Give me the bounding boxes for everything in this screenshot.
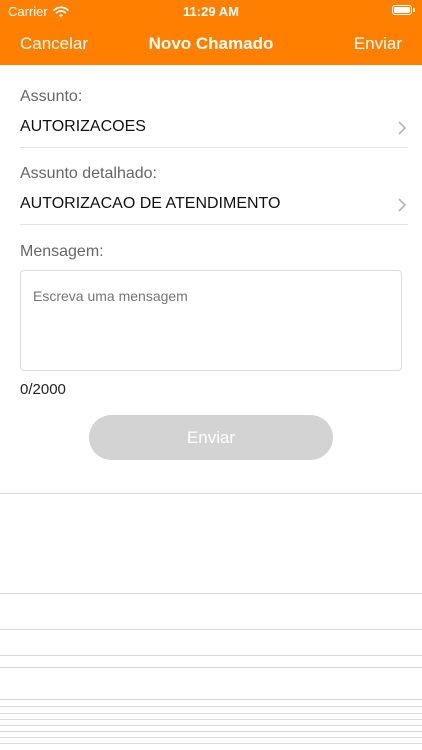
divider [0, 737, 422, 738]
header: Carrier 11:29 AM Cancelar Novo Chamado E… [0, 0, 422, 65]
subject-value: AUTORIZACOES [20, 118, 146, 135]
divider [0, 731, 422, 732]
detailed-subject-selector[interactable]: AUTORIZACAO DE ATENDIMENTO [20, 187, 408, 227]
send-nav-button[interactable]: Enviar [354, 34, 402, 54]
send-button[interactable]: Enviar [89, 415, 333, 460]
divider [20, 147, 408, 148]
divider [0, 713, 422, 714]
status-bar: Carrier 11:29 AM [0, 0, 422, 22]
navigation-bar: Cancelar Novo Chamado Enviar [0, 22, 422, 65]
divider [0, 655, 422, 656]
battery-nub [413, 8, 415, 12]
divider [0, 629, 422, 630]
divider [0, 725, 422, 726]
subject-selector[interactable]: AUTORIZACOES [20, 110, 408, 150]
character-counter: 0/2000 [20, 381, 66, 398]
detailed-subject-label: Assunto detalhado: [20, 165, 157, 182]
clock: 11:29 AM [183, 4, 239, 19]
battery-level [394, 7, 410, 13]
divider [0, 593, 422, 594]
divider [0, 706, 422, 707]
cancel-button[interactable]: Cancelar [20, 34, 88, 54]
message-input[interactable] [20, 270, 402, 371]
divider [20, 224, 408, 225]
detailed-subject-value: AUTORIZACAO DE ATENDIMENTO [20, 195, 281, 212]
chevron-right-icon [398, 121, 406, 135]
subject-label: Assunto: [20, 88, 83, 105]
chevron-right-icon [398, 198, 406, 212]
divider [0, 667, 422, 668]
divider [0, 719, 422, 720]
message-label: Mensagem: [20, 243, 104, 260]
divider [0, 743, 422, 744]
divider [0, 699, 422, 700]
battery-icon [392, 5, 415, 15]
divider [0, 493, 422, 494]
